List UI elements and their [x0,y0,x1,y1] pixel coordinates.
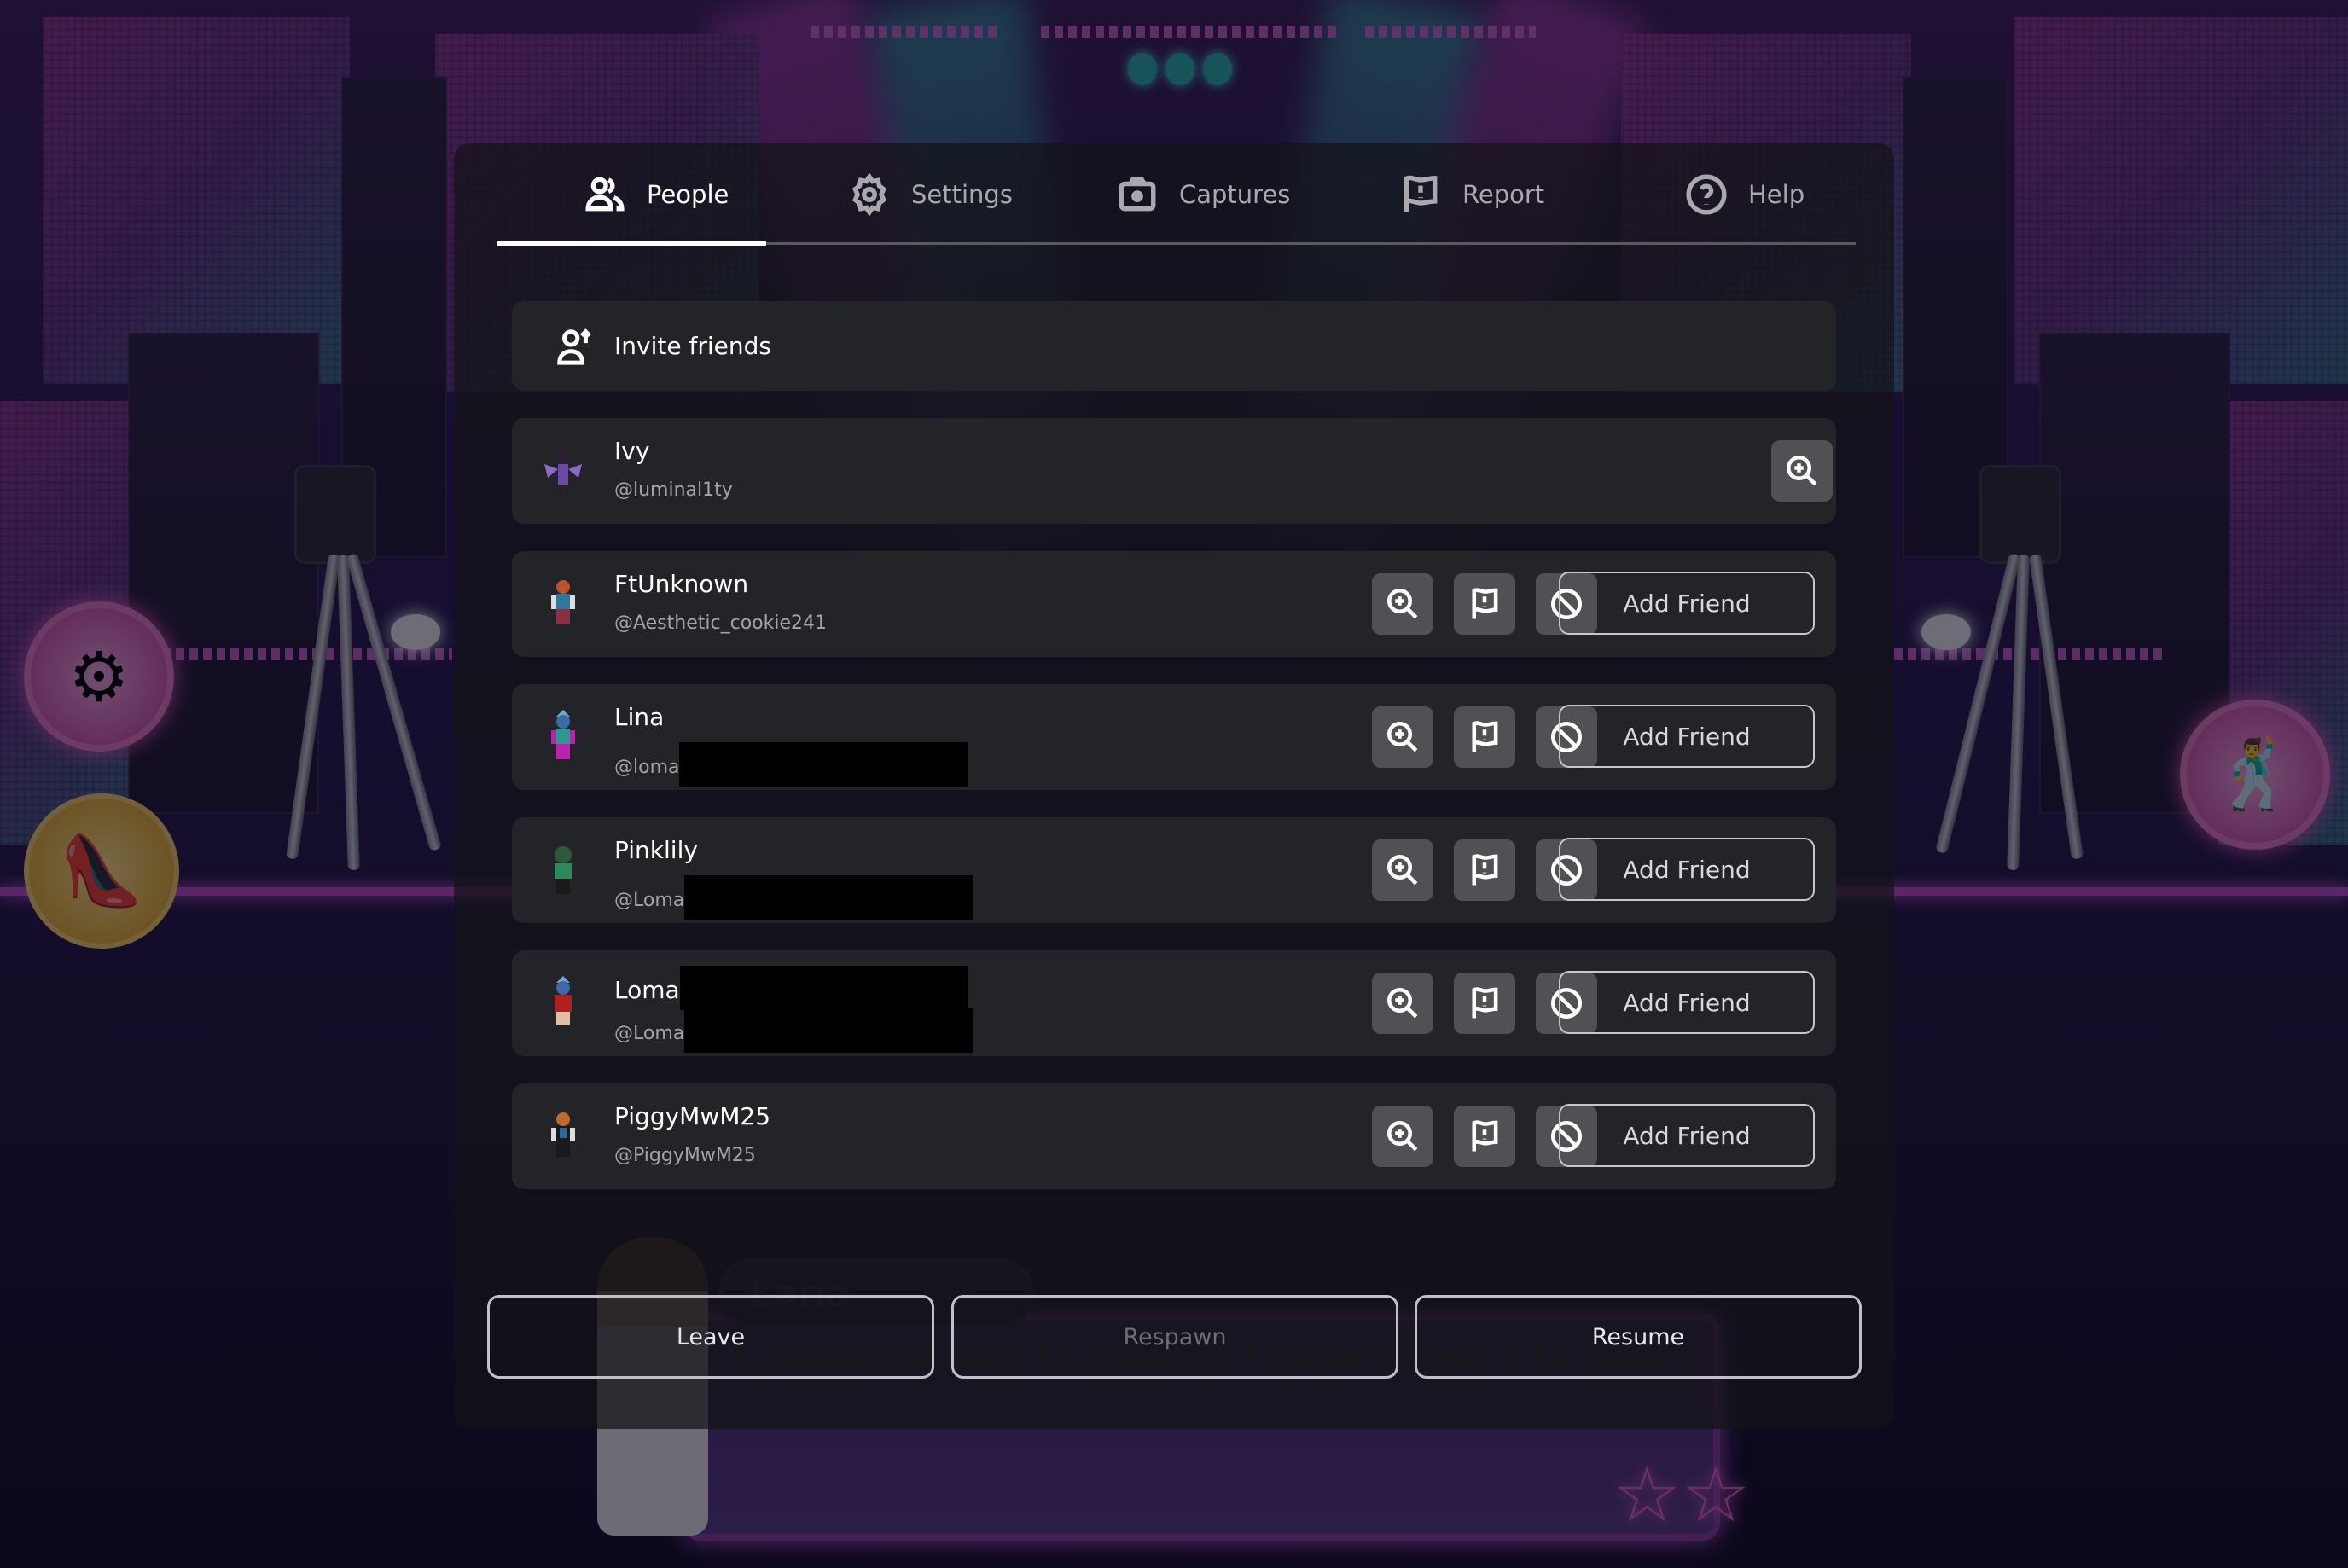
report-player-button[interactable] [1454,973,1515,1034]
redaction-box [684,875,973,920]
add-friend-button[interactable]: Add Friend [1559,838,1815,901]
tab-captures[interactable]: Captures [1116,173,1290,216]
avatar [555,846,572,894]
report-player-button[interactable] [1454,706,1515,768]
player-row: Ivy @luminal1ty [512,418,1836,524]
tab-settings[interactable]: Settings [848,173,1013,216]
report-flag-icon [1472,854,1498,886]
inspect-icon [1386,721,1418,752]
inspect-icon [1386,987,1418,1019]
inspect-icon [1786,455,1817,486]
report-player-button[interactable] [1454,839,1515,901]
report-flag-icon [1472,721,1498,752]
player-row: Lina @loma Add Friend [512,684,1836,790]
inspect-button[interactable] [1372,839,1433,901]
add-friend-button[interactable]: Add Friend [1559,971,1815,1034]
player-row: FtUnknown @Aesthetic_cookie241 Add Frien… [512,551,1836,657]
inspect-button[interactable] [1372,973,1433,1034]
help-icon [1686,174,1727,215]
respawn-button[interactable]: Respawn [951,1295,1398,1379]
tab-label: Settings [911,180,1013,209]
leave-button[interactable]: Leave [487,1295,934,1379]
avatar [551,710,575,759]
tab-people[interactable]: People [584,173,729,216]
player-display-name: Pinklily [614,836,698,864]
player-username: @Loma [614,1008,973,1056]
report-player-button[interactable] [1454,573,1515,635]
player-row: Pinklily @Loma Add Friend [512,817,1836,923]
player-username: @Loma [614,875,973,923]
report-flag-icon [1472,1120,1498,1152]
people-icon [585,177,625,212]
inspect-icon [1386,588,1418,619]
add-friend-button[interactable]: Add Friend [1559,1104,1815,1167]
player-username: @PiggyMwM25 [614,1145,756,1166]
invite-friends-button[interactable]: Invite friends [512,301,1836,391]
add-friend-button[interactable]: Add Friend [1559,572,1815,635]
player-display-name: PiggyMwM25 [614,1102,771,1130]
avatar [544,450,582,495]
player-username: @loma [614,742,968,790]
inspect-button[interactable] [1771,440,1833,502]
report-flag-icon [1472,588,1498,619]
inspect-icon [1386,1120,1418,1152]
camera-icon [1119,177,1156,212]
player-row: PiggyMwM25 @PiggyMwM25 Add Friend [512,1083,1836,1189]
player-username: @Aesthetic_cookie241 [614,613,827,634]
report-player-button[interactable] [1454,1106,1515,1167]
tab-help[interactable]: Help [1685,173,1805,216]
avatar [551,580,575,624]
invite-friends-label: Invite friends [614,332,771,360]
add-friend-button[interactable]: Add Friend [1559,705,1815,768]
gear-icon [852,173,886,216]
resume-button[interactable]: Resume [1415,1295,1862,1379]
inspect-button[interactable] [1372,706,1433,768]
player-display-name: FtUnknown [614,570,749,598]
tab-report[interactable]: Report [1399,173,1544,216]
tab-label: Help [1748,180,1805,209]
tab-label: People [647,180,729,209]
redaction-box [679,966,968,1010]
inspect-button[interactable] [1372,573,1433,635]
menu-tabs: People Settings Captures Report Help [497,143,1856,244]
report-flag-icon [1404,175,1438,212]
tab-label: Report [1462,180,1545,209]
player-display-name: Lina [614,703,665,731]
avatar [551,1112,575,1157]
redaction-box [679,742,968,787]
player-display-name: Ivy [614,437,650,465]
report-flag-icon [1472,987,1498,1019]
active-tab-indicator [497,241,766,246]
redaction-box [684,1008,973,1053]
tab-label: Captures [1179,180,1291,209]
invite-friend-icon [557,328,591,365]
inspect-icon [1386,854,1418,886]
player-username: @luminal1ty [614,479,733,501]
player-row: Loma @Loma Add Friend [512,950,1836,1056]
player-display-name: Loma [614,966,968,1013]
game-menu-panel: People Settings Captures Report Help Inv… [454,143,1894,1429]
inspect-button[interactable] [1372,1106,1433,1167]
avatar [555,976,572,1025]
